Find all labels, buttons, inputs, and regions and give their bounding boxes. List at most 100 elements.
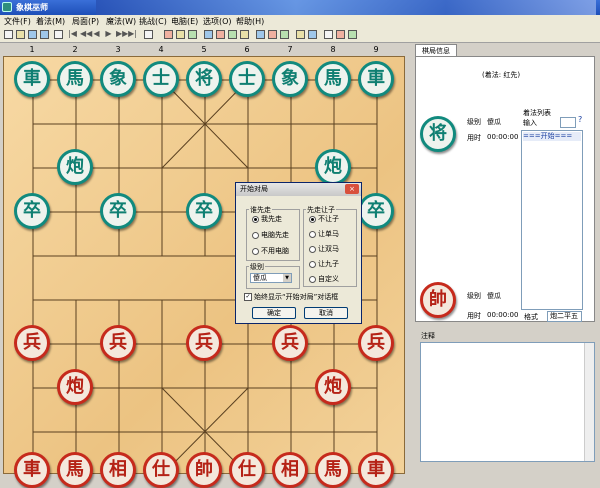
menu-position[interactable]: 局面(P) — [72, 16, 99, 27]
prev-move-icon[interactable]: ◀ — [92, 30, 101, 39]
red-cannon-piece[interactable]: 炮 — [57, 369, 93, 405]
red-soldier-piece[interactable]: 兵 — [100, 325, 136, 361]
black-elephant-piece[interactable]: 象 — [272, 61, 308, 97]
bottom-level-value: 傻瓜 — [487, 292, 501, 300]
black-horse-piece[interactable]: 馬 — [315, 61, 351, 97]
piece-label: 帥 — [429, 289, 447, 310]
black-general-piece[interactable]: 将 — [186, 61, 222, 97]
piece-label: 相 — [109, 459, 127, 480]
open-folder-icon[interactable] — [16, 30, 25, 39]
help-icon[interactable] — [348, 30, 357, 39]
prev-page-icon[interactable]: ◀◀ — [80, 30, 92, 39]
toolbar: |◀ ◀◀ ◀ ▶ ▶▶ ▶| — [0, 28, 600, 43]
level-group-label: 级别 — [249, 262, 265, 272]
top-player-piece: 将 — [420, 116, 456, 152]
black-cannon-piece[interactable]: 炮 — [315, 149, 351, 185]
grid-icon[interactable] — [324, 30, 333, 39]
format-select[interactable]: 炮二平五 — [547, 311, 582, 322]
piece-label: 将 — [429, 123, 447, 144]
move-list[interactable]: ===开始=== — [521, 130, 583, 310]
red-horse-piece[interactable]: 馬 — [57, 452, 93, 488]
window-icon[interactable] — [308, 30, 317, 39]
close-icon[interactable]: × — [345, 184, 359, 194]
piece-label: 車 — [23, 68, 41, 89]
move-list-item[interactable]: ===开始=== — [523, 132, 581, 141]
piece-label: 馬 — [66, 68, 84, 89]
red-chariot-piece[interactable]: 車 — [358, 452, 394, 488]
settings-icon[interactable] — [296, 30, 305, 39]
level-select[interactable]: 傻瓜 ▼ — [250, 273, 292, 283]
top-level-label: 级别 — [467, 118, 481, 126]
black-soldier-piece[interactable]: 卒 — [358, 193, 394, 229]
print-icon[interactable] — [54, 30, 63, 39]
black-advisor-piece[interactable]: 士 — [229, 61, 265, 97]
menu-options[interactable]: 选项(O) — [203, 16, 232, 27]
sound-icon[interactable] — [268, 30, 277, 39]
black-soldier-piece[interactable]: 卒 — [186, 193, 222, 229]
help-icon[interactable]: ? — [578, 115, 582, 124]
red-chariot-piece[interactable]: 車 — [14, 452, 50, 488]
ok-button[interactable]: 确定 — [252, 307, 296, 319]
red-soldier-piece[interactable]: 兵 — [186, 325, 222, 361]
piece-label: 兵 — [281, 332, 299, 353]
menu-computer[interactable]: 电脑(E) — [171, 16, 198, 27]
top-time-value: 00:00:00 — [487, 133, 519, 141]
red-soldier-piece[interactable]: 兵 — [272, 325, 308, 361]
black-horse-piece[interactable]: 馬 — [57, 61, 93, 97]
ruler-label: 9 — [373, 45, 379, 54]
menu-bar: 文件(F) 着法(M) 局面(P) 魔法(W) 挑战(C) 电脑(E) 选项(O… — [0, 15, 600, 28]
red-soldier-piece[interactable]: 兵 — [358, 325, 394, 361]
edit-icon[interactable] — [176, 30, 185, 39]
last-move-icon[interactable]: ▶| — [128, 30, 137, 39]
comment-scrollbar[interactable] — [584, 343, 594, 461]
menu-moves[interactable]: 着法(M) — [36, 16, 65, 27]
black-elephant-piece[interactable]: 象 — [100, 61, 136, 97]
piece-label: 卒 — [195, 200, 213, 221]
flag-icon[interactable] — [216, 30, 225, 39]
new-file-icon[interactable] — [4, 30, 13, 39]
always-show-checkbox[interactable]: ✓ — [244, 293, 252, 301]
level-select-value: 傻瓜 — [253, 274, 267, 282]
column-ruler: 1 2 3 4 5 6 7 8 9 — [0, 44, 405, 56]
black-chariot-piece[interactable]: 車 — [14, 61, 50, 97]
next-move-icon[interactable]: ▶ — [104, 30, 113, 39]
analysis-icon[interactable] — [188, 30, 197, 39]
black-advisor-piece[interactable]: 士 — [143, 61, 179, 97]
menu-magic[interactable]: 魔法(W) — [106, 16, 136, 27]
red-horse-piece[interactable]: 馬 — [315, 452, 351, 488]
comment-textarea[interactable] — [420, 342, 595, 462]
black-soldier-piece[interactable]: 卒 — [14, 193, 50, 229]
red-elephant-piece[interactable]: 相 — [100, 452, 136, 488]
radio-label: 不用电脑 — [261, 247, 289, 255]
radio-icon — [252, 232, 259, 239]
hint-icon[interactable] — [228, 30, 237, 39]
piece-label: 炮 — [324, 156, 342, 177]
undo-icon[interactable] — [240, 30, 249, 39]
menu-challenge[interactable]: 挑战(C) — [139, 16, 167, 27]
flip-board-icon[interactable] — [280, 30, 289, 39]
next-page-icon[interactable]: ▶▶ — [116, 30, 128, 39]
red-soldier-piece[interactable]: 兵 — [14, 325, 50, 361]
black-cannon-piece[interactable]: 炮 — [57, 149, 93, 185]
red-general-piece[interactable]: 帥 — [186, 452, 222, 488]
black-soldier-piece[interactable]: 卒 — [100, 193, 136, 229]
ruler-label: 4 — [158, 45, 164, 54]
net-icon[interactable] — [336, 30, 345, 39]
first-move-icon[interactable]: |◀ — [68, 30, 77, 39]
cancel-button[interactable]: 取消 — [304, 307, 348, 319]
move-input[interactable] — [560, 117, 576, 128]
red-elephant-piece[interactable]: 相 — [272, 452, 308, 488]
computer-icon[interactable] — [204, 30, 213, 39]
book-icon[interactable] — [164, 30, 173, 39]
black-chariot-piece[interactable]: 車 — [358, 61, 394, 97]
save-as-icon[interactable] — [40, 30, 49, 39]
menu-help[interactable]: 帮助(H) — [236, 16, 264, 27]
red-cannon-piece[interactable]: 炮 — [315, 369, 351, 405]
bottom-player-piece: 帥 — [420, 282, 456, 318]
save-icon[interactable] — [28, 30, 37, 39]
menu-file[interactable]: 文件(F) — [4, 16, 31, 27]
red-advisor-piece[interactable]: 仕 — [229, 452, 265, 488]
clock-icon[interactable] — [256, 30, 265, 39]
red-advisor-piece[interactable]: 仕 — [143, 452, 179, 488]
board-icon[interactable] — [144, 30, 153, 39]
